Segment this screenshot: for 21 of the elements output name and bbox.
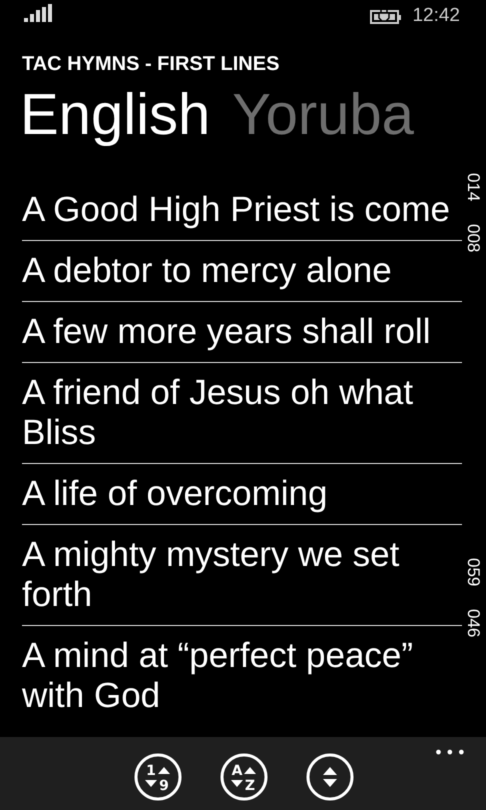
hymn-title[interactable]: A few more years shall roll bbox=[22, 312, 462, 352]
hymn-title[interactable]: A mighty mystery we set forth bbox=[22, 535, 462, 615]
app-title: TAC HYMNS - FIRST LINES bbox=[22, 52, 280, 76]
pivot-tab[interactable]: Yoruba bbox=[232, 80, 414, 150]
hymn-title[interactable]: A friend of Jesus oh what Bliss bbox=[22, 373, 462, 453]
battery-charging-icon bbox=[370, 8, 402, 24]
hymn-number: 008 bbox=[464, 224, 482, 252]
sort-alpha-icon[interactable]: A Z bbox=[220, 753, 268, 801]
expand-collapse-icon[interactable] bbox=[306, 753, 354, 801]
hymn-title[interactable]: A life of overcoming bbox=[22, 474, 462, 514]
clock-time: 12:42 bbox=[412, 5, 460, 27]
hymn-number: 059 bbox=[464, 558, 482, 587]
hymn-number: 014 bbox=[464, 173, 482, 202]
pivot-tab[interactable]: English bbox=[20, 80, 210, 150]
hymn-title[interactable]: A Good High Priest is come bbox=[22, 190, 462, 230]
signal-icon bbox=[24, 4, 54, 22]
sort-numeric-icon[interactable]: 1 9 bbox=[134, 753, 182, 801]
hymn-number: 046 bbox=[464, 608, 482, 637]
more-menu[interactable]: ••• bbox=[434, 743, 468, 762]
hymn-title[interactable]: A mind at “perfect peace” with God bbox=[22, 636, 462, 716]
hymn-title[interactable]: A debtor to mercy alone bbox=[22, 251, 462, 291]
